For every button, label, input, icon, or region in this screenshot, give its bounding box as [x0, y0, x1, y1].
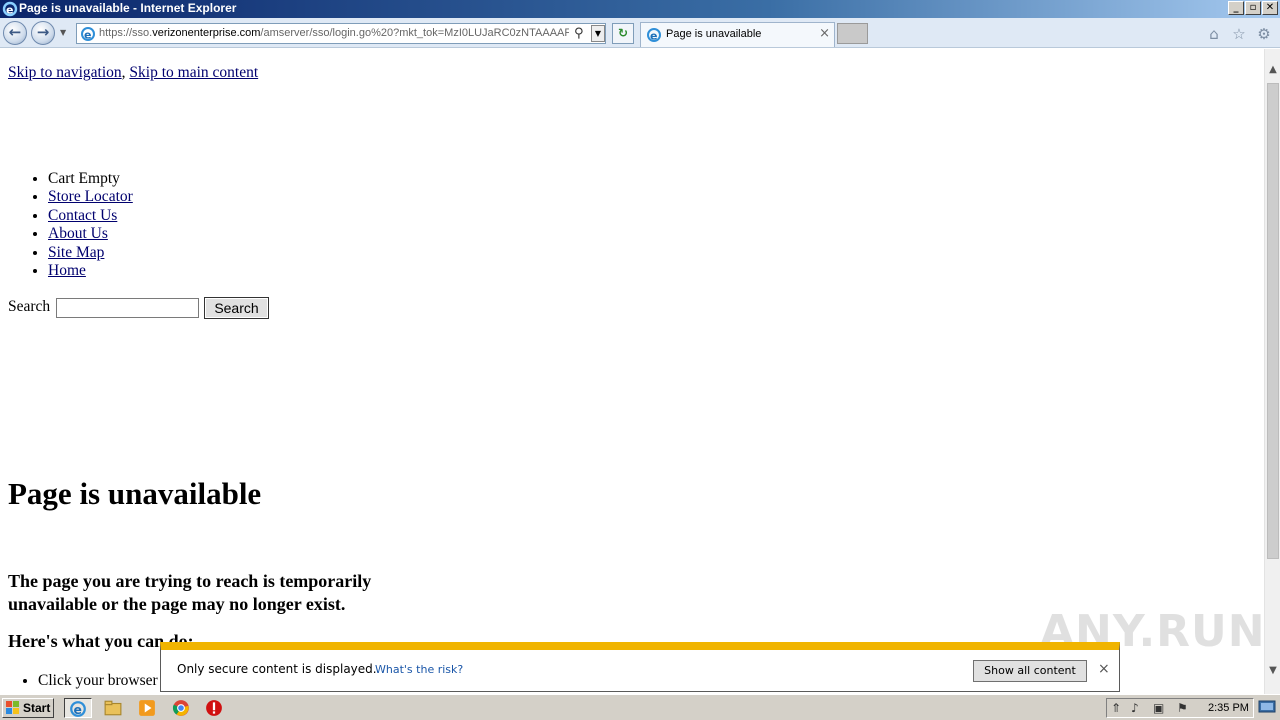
scroll-thumb[interactable] — [1267, 83, 1279, 559]
start-label: Start — [23, 701, 51, 715]
windows-logo-icon — [6, 701, 19, 714]
favorites-star-icon[interactable]: ☆ — [1230, 25, 1248, 43]
store-locator-link[interactable]: Store Locator — [48, 188, 133, 205]
tab-close-icon[interactable]: × — [819, 26, 830, 41]
search-button[interactable]: Search — [204, 297, 269, 319]
file-explorer-icon[interactable] — [99, 698, 127, 718]
ie-logo-icon: e — [2, 1, 18, 17]
help-item: Click your browser — [38, 672, 158, 690]
show-desktop-icon[interactable] — [1258, 699, 1276, 715]
svg-text:e: e — [6, 4, 13, 17]
tab-favicon-icon: e — [647, 28, 661, 43]
recent-pages-dropdown-icon[interactable]: ▼ — [60, 28, 66, 37]
svg-text:e: e — [84, 29, 91, 42]
nav-item-sitemap: Site Map — [48, 244, 133, 262]
address-dropdown-icon[interactable]: ▼ — [591, 25, 605, 42]
home-icon[interactable]: ⌂ — [1205, 25, 1223, 43]
nav-item-home: Home — [48, 262, 133, 280]
tab-label: Page is unavailable — [666, 28, 762, 40]
action-center-flag-icon[interactable]: ⚑ — [1177, 701, 1188, 715]
refresh-icon[interactable]: ↻ — [612, 23, 634, 44]
title-bar: e Page is unavailable - Internet Explore… — [0, 0, 1280, 18]
tab-page-unavailable[interactable]: e Page is unavailable × — [640, 22, 835, 47]
nav-item-about: About Us — [48, 225, 133, 243]
home-link[interactable]: Home — [48, 262, 86, 279]
show-hidden-icon[interactable]: ⇑ — [1111, 701, 1121, 715]
forward-arrow-icon[interactable]: → — [31, 21, 55, 45]
browser-nav-bar: ← → ▼ e https://sso.verizonenterprise.co… — [0, 18, 1280, 48]
show-all-content-button[interactable]: Show all content — [973, 660, 1087, 682]
site-map-link[interactable]: Site Map — [48, 244, 104, 261]
media-player-icon[interactable] — [133, 698, 161, 718]
stop-sign-icon[interactable] — [200, 698, 228, 718]
system-tray: ⇑ ♪ ▣ ⚑ 2:35 PM — [1106, 698, 1254, 718]
cart-empty-text: Cart Empty — [48, 170, 120, 187]
notification-message: Only secure content is displayed. — [177, 662, 377, 676]
search-icon[interactable]: ⚲ — [574, 26, 584, 41]
skip-separator: , — [121, 64, 126, 81]
skip-to-navigation-link[interactable]: Skip to navigation — [8, 64, 122, 81]
network-icon[interactable]: ▣ — [1153, 701, 1164, 715]
skip-to-main-link[interactable]: Skip to main content — [129, 64, 258, 81]
scroll-down-icon[interactable]: ▼ — [1265, 663, 1280, 679]
contact-us-link[interactable]: Contact Us — [48, 207, 117, 224]
close-window-button[interactable]: ✕ — [1262, 1, 1278, 15]
page-content: Skip to navigation, Skip to main content… — [0, 49, 1264, 694]
start-button[interactable]: Start — [2, 698, 54, 718]
skip-links: Skip to navigation, Skip to main content — [8, 64, 258, 82]
svg-text:e: e — [650, 30, 657, 43]
address-url[interactable]: https://sso.verizonenterprise.com/amserv… — [99, 27, 569, 39]
maximize-button[interactable]: ▫ — [1245, 1, 1261, 15]
nav-item-contact: Contact Us — [48, 207, 133, 225]
back-arrow-icon[interactable]: ← — [3, 21, 27, 45]
page-title: Page is unavailable — [8, 476, 262, 511]
nav-item-store-locator: Store Locator — [48, 188, 133, 206]
help-list: Click your browser — [38, 672, 158, 690]
address-bar[interactable]: e https://sso.verizonenterprise.com/amse… — [76, 23, 606, 44]
site-nav-list: Cart Empty Store Locator Contact Us Abou… — [48, 170, 133, 280]
window-title: Page is unavailable - Internet Explorer — [19, 1, 237, 15]
search-label: Search — [8, 298, 51, 315]
volume-icon[interactable]: ♪ — [1131, 701, 1139, 715]
chrome-icon[interactable] — [167, 698, 195, 718]
notification-close-icon[interactable]: × — [1098, 661, 1110, 677]
search-input[interactable] — [56, 298, 199, 318]
scroll-up-icon[interactable]: ▲ — [1265, 62, 1280, 78]
clock[interactable]: 2:35 PM — [1208, 702, 1249, 714]
vertical-scrollbar[interactable]: ▲ ▼ — [1264, 49, 1280, 694]
whats-the-risk-link[interactable]: What's the risk? — [375, 663, 463, 676]
mixed-content-notification: Only secure content is displayed. What's… — [160, 642, 1120, 692]
error-description: The page you are trying to reach is temp… — [8, 571, 372, 614]
taskbar: Start e ⇑ ♪ ▣ ⚑ 2:35 PM — [0, 694, 1280, 720]
new-tab-button[interactable] — [837, 23, 868, 44]
page-favicon-icon: e — [81, 27, 95, 42]
internet-explorer-icon[interactable]: e — [64, 698, 92, 718]
svg-text:e: e — [74, 703, 82, 717]
minimize-button[interactable]: _ — [1228, 1, 1244, 15]
settings-gear-icon[interactable]: ⚙ — [1255, 25, 1273, 43]
nav-item-cart: Cart Empty — [48, 170, 133, 188]
about-us-link[interactable]: About Us — [48, 225, 108, 242]
